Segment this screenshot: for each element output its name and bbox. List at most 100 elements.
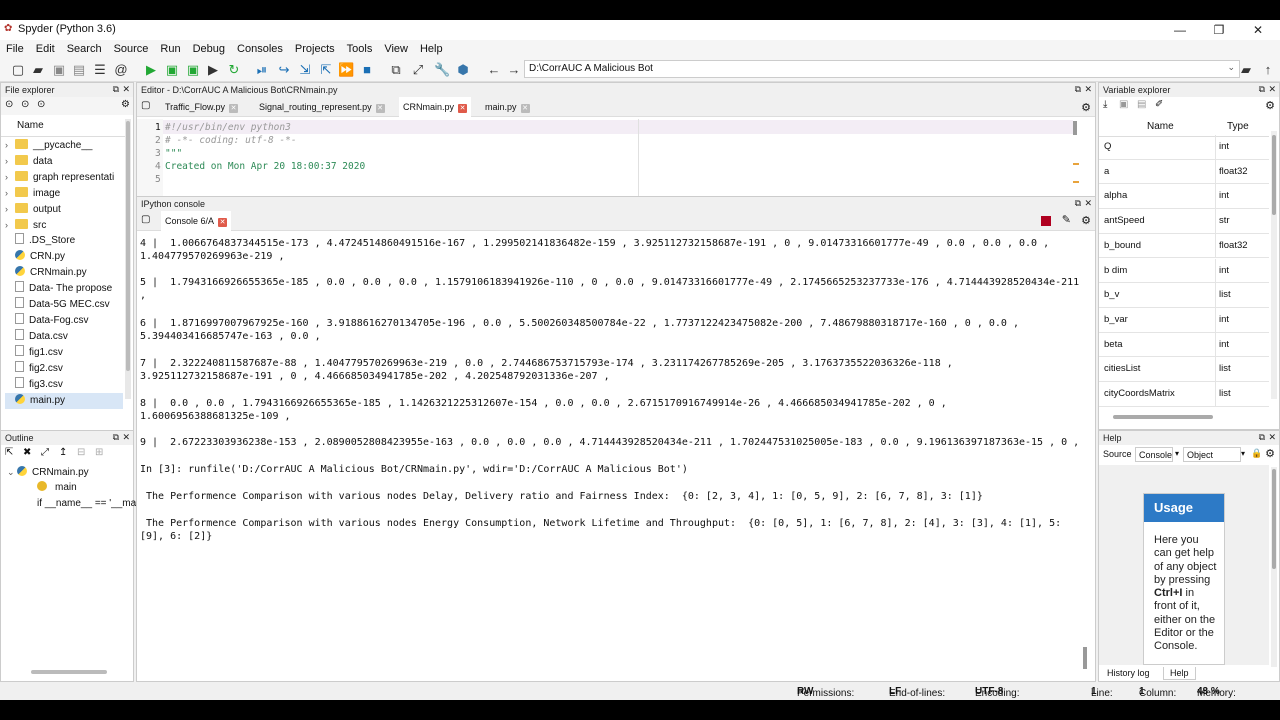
gear-icon[interactable]: ⚙ <box>1081 101 1091 114</box>
file-tree-item[interactable]: Data-Fog.csv <box>5 313 88 329</box>
save-data-icon[interactable]: ▣ <box>1119 99 1128 110</box>
undock-icon[interactable]: ⧉ <box>1259 432 1265 443</box>
list-icon[interactable]: ☰ <box>92 62 108 78</box>
maximize-button[interactable]: ❐ <box>1199 20 1239 40</box>
file-tree-item[interactable]: › graph representati <box>5 169 114 185</box>
help-source-select[interactable]: Console <box>1135 447 1173 462</box>
clear-console-icon[interactable]: ✎ <box>1062 213 1071 226</box>
file-tree-item[interactable]: fig1.csv <box>5 345 63 361</box>
rerun-icon[interactable]: ↻ <box>226 62 242 78</box>
gear-icon[interactable]: ⚙ <box>1265 447 1275 460</box>
variable-scrollbar[interactable] <box>1271 131 1277 399</box>
step-icon[interactable]: ↪ <box>276 62 292 78</box>
chevron-right-icon[interactable]: › <box>5 137 15 153</box>
show-all-icon[interactable]: ⊞ <box>95 447 103 458</box>
file-tree-item[interactable]: fig3.csv <box>5 377 63 393</box>
working-directory-field[interactable]: D:\CorrAUC A Malicious Bot ⌄ <box>524 60 1240 78</box>
collapse-all-icon[interactable]: ⇱ <box>5 447 13 458</box>
menu-search[interactable]: Search <box>61 40 108 55</box>
continue-icon[interactable]: ⏩ <box>338 62 354 78</box>
python-path-icon[interactable]: ⬢ <box>455 62 471 78</box>
menu-tools[interactable]: Tools <box>341 40 379 55</box>
import-data-icon[interactable]: ⤓ <box>1103 99 1107 110</box>
chevron-right-icon[interactable]: › <box>5 201 15 217</box>
tab-traffic-flow[interactable]: Traffic_Flow.py ✕ <box>161 97 242 117</box>
variable-row[interactable]: antSpeed str <box>1099 209 1269 234</box>
forward-arrow-icon[interactable]: → <box>506 62 522 78</box>
chevron-right-icon[interactable]: › <box>5 217 15 233</box>
close-button[interactable]: ✕ <box>1238 20 1278 40</box>
file-tree-item[interactable]: main.py <box>5 393 123 409</box>
minimize-button[interactable]: — <box>1160 20 1200 40</box>
save-all-icon[interactable]: ▤ <box>71 62 87 78</box>
close-pane-icon[interactable]: ✕ <box>122 84 130 95</box>
variable-row[interactable]: b_bound float32 <box>1099 233 1269 259</box>
maximize-pane-icon[interactable]: ⧉ <box>388 62 404 78</box>
editor-scrollbar[interactable] <box>1073 121 1077 135</box>
help-scrollbar[interactable] <box>1271 467 1277 667</box>
file-explorer-column-header[interactable]: Name <box>1 117 125 137</box>
menu-view[interactable]: View <box>378 40 414 55</box>
erase-icon[interactable]: ✐ <box>1155 99 1163 110</box>
parent-dir-icon[interactable]: ↑ <box>1260 62 1276 78</box>
close-pane-icon[interactable]: ✕ <box>1268 84 1276 95</box>
browse-folder-icon[interactable]: ▰ <box>1238 62 1254 78</box>
menu-consoles[interactable]: Consoles <box>231 40 289 55</box>
outline-hscrollbar[interactable] <box>31 670 107 674</box>
parent-icon[interactable]: ⊙ <box>37 99 45 110</box>
file-tree-item[interactable]: › src <box>5 217 46 233</box>
menu-run[interactable]: Run <box>154 40 186 55</box>
close-pane-icon[interactable]: ✕ <box>1084 198 1092 209</box>
go-to-cursor-icon[interactable]: ↥ <box>59 447 67 458</box>
menu-source[interactable]: Source <box>108 40 155 55</box>
variable-row[interactable]: b_var int <box>1099 307 1269 333</box>
tab-crnmain[interactable]: CRNmain.py ✕ <box>399 97 472 117</box>
open-file-icon[interactable]: ▰ <box>30 62 46 78</box>
tab-signal-routing[interactable]: Signal_routing_represent.py ✕ <box>255 97 389 117</box>
menu-file[interactable]: File <box>0 40 30 55</box>
undock-icon[interactable]: ⧉ <box>1075 84 1081 95</box>
file-tree-item[interactable]: › image <box>5 185 60 201</box>
undock-icon[interactable]: ⧉ <box>1075 198 1081 209</box>
chevron-right-icon[interactable]: › <box>5 169 15 185</box>
gear-icon[interactable]: ⚙ <box>1081 214 1091 227</box>
new-file-icon[interactable]: ▢ <box>10 62 26 78</box>
browse-tabs-icon[interactable]: ▢ <box>141 100 150 111</box>
variable-row[interactable]: beta int <box>1099 332 1269 358</box>
variable-row[interactable]: alpha int <box>1099 184 1269 210</box>
chevron-right-icon[interactable]: › <box>5 153 15 169</box>
undock-icon[interactable]: ⧉ <box>1259 84 1265 95</box>
tab-console[interactable]: Console 6/A ✕ <box>161 211 232 231</box>
close-pane-icon[interactable]: ✕ <box>1268 432 1276 443</box>
file-tree-item[interactable]: Data.csv <box>5 329 68 345</box>
chevron-down-icon[interactable]: ▾ <box>1241 449 1245 458</box>
close-tab-icon[interactable]: ✕ <box>229 104 239 113</box>
at-icon[interactable]: @ <box>113 62 129 78</box>
menu-help[interactable]: Help <box>414 40 449 55</box>
file-explorer-scrollbar[interactable] <box>125 119 131 399</box>
file-tree-item[interactable]: CRN.py <box>5 249 65 265</box>
gear-icon[interactable]: ⚙ <box>1265 99 1275 112</box>
variable-row[interactable]: citiesList list <box>1099 357 1269 382</box>
run-icon[interactable]: ▶ <box>143 62 159 78</box>
undock-icon[interactable]: ⧉ <box>113 84 119 95</box>
variable-row[interactable]: cityCoordsMatrix list <box>1099 382 1269 407</box>
close-tab-icon[interactable]: ✕ <box>375 104 385 113</box>
variable-hscrollbar[interactable] <box>1113 415 1213 419</box>
close-pane-icon[interactable]: ✕ <box>122 432 130 443</box>
debug-icon[interactable]: ⏯ <box>254 62 270 78</box>
menu-projects[interactable]: Projects <box>289 40 341 55</box>
lock-icon[interactable]: 🔒 <box>1251 448 1262 459</box>
back-arrow-icon[interactable]: ← <box>486 62 502 78</box>
forward-icon[interactable]: ⊙ <box>21 99 29 110</box>
variable-row[interactable]: b_v list <box>1099 283 1269 308</box>
browse-tabs-icon[interactable]: ▢ <box>141 214 150 225</box>
run-selection-icon[interactable]: ▶ <box>205 62 221 78</box>
stop-kernel-icon[interactable] <box>1041 216 1051 226</box>
file-tree-item[interactable]: Data-5G MEC.csv <box>5 297 110 313</box>
file-tree-item[interactable]: CRNmain.py <box>5 265 87 281</box>
undock-icon[interactable]: ⧉ <box>113 432 119 443</box>
chevron-down-icon[interactable]: ⌄ <box>1227 62 1235 73</box>
variable-row[interactable]: Qint <box>1099 135 1269 160</box>
menu-edit[interactable]: Edit <box>30 40 61 55</box>
